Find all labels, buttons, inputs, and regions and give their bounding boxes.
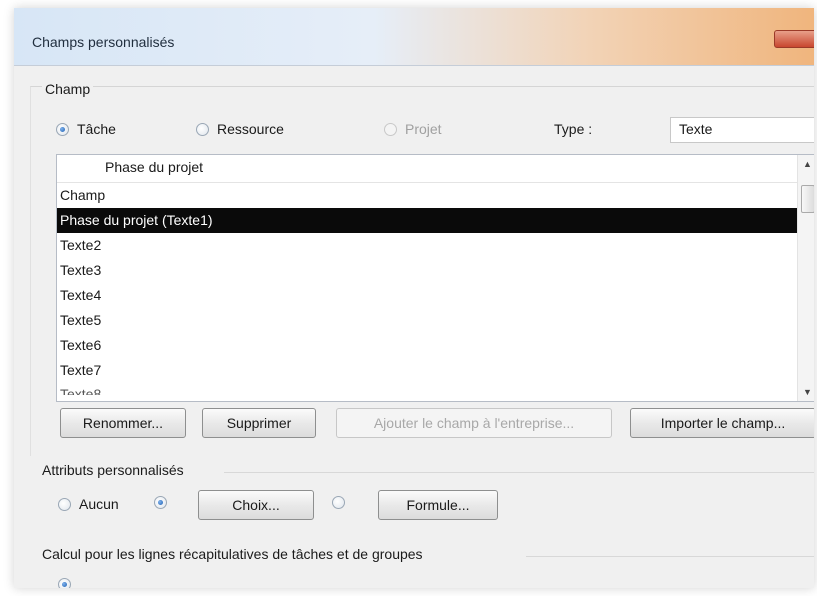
list-item[interactable]: Texte6 (57, 333, 797, 358)
separator (526, 556, 814, 557)
radio-choix[interactable] (154, 496, 167, 509)
title-bar: Champs personnalisés (14, 8, 814, 66)
choix-button[interactable]: Choix... (198, 490, 314, 520)
type-selected-value: Texte (679, 121, 713, 137)
radio-ressource[interactable]: Ressource (196, 121, 284, 137)
separator (224, 472, 814, 473)
radio-projet: Projet (384, 121, 442, 137)
radio-formule[interactable] (332, 496, 345, 509)
import-field-button[interactable]: Importer le champ... (630, 408, 814, 438)
radio-disabled-icon (384, 122, 397, 136)
radio-tache[interactable]: Tâche (56, 121, 116, 137)
radio-checked-icon (154, 496, 167, 509)
radio-unchecked-icon (332, 496, 345, 509)
radio-tache-label: Tâche (77, 121, 116, 137)
list-item-selected[interactable]: Phase du projet (Texte1) (57, 208, 797, 233)
radio-calcul-partial[interactable] (58, 578, 71, 588)
list-item[interactable]: Texte8 (57, 383, 797, 395)
radio-checked-icon (58, 578, 71, 588)
scroll-up-icon[interactable]: ▲ (803, 159, 812, 169)
list-item[interactable]: Texte7 (57, 358, 797, 383)
type-dropdown[interactable]: Texte ▼ (670, 117, 814, 143)
list-item[interactable]: Champ (57, 183, 797, 208)
list-scrollbar[interactable]: ▲ ▼ (797, 155, 814, 401)
dialog-body: Champ Tâche Ressource Projet Type : Text… (14, 66, 814, 588)
delete-button[interactable]: Supprimer (202, 408, 316, 438)
list-item[interactable]: Texte4 (57, 283, 797, 308)
radio-aucun[interactable]: Aucun (58, 496, 119, 512)
field-scope-row: Tâche Ressource Projet Type : Texte ▼ (56, 117, 814, 145)
add-to-enterprise-button: Ajouter le champ à l'entreprise... (336, 408, 612, 438)
radio-ressource-label: Ressource (217, 121, 284, 137)
close-button[interactable] (774, 30, 814, 48)
radio-unchecked-icon (196, 122, 209, 136)
list-item[interactable]: Texte3 (57, 258, 797, 283)
scroll-thumb[interactable] (801, 185, 814, 213)
field-list-items: Champ Phase du projet (Texte1) Texte2 Te… (57, 183, 797, 395)
radio-aucun-label: Aucun (79, 496, 119, 512)
scroll-down-icon[interactable]: ▼ (803, 387, 812, 397)
radio-unchecked-icon (58, 497, 71, 511)
calcul-label: Calcul pour les lignes récapitulatives d… (42, 546, 423, 562)
radio-checked-icon (56, 122, 69, 136)
radio-projet-label: Projet (405, 121, 442, 137)
rename-button[interactable]: Renommer... (60, 408, 186, 438)
list-item[interactable]: Texte5 (57, 308, 797, 333)
type-label: Type : (554, 121, 593, 137)
window-title: Champs personnalisés (32, 34, 175, 50)
field-name-input[interactable]: Phase du projet (57, 155, 797, 183)
list-item[interactable]: Texte2 (57, 233, 797, 258)
champ-group-label: Champ (42, 81, 94, 97)
formule-button[interactable]: Formule... (378, 490, 498, 520)
attributs-label: Attributs personnalisés (42, 462, 184, 478)
field-list[interactable]: Phase du projet Champ Phase du projet (T… (56, 154, 814, 402)
dialog-window: Champs personnalisés Champ Tâche Ressour… (14, 8, 814, 588)
